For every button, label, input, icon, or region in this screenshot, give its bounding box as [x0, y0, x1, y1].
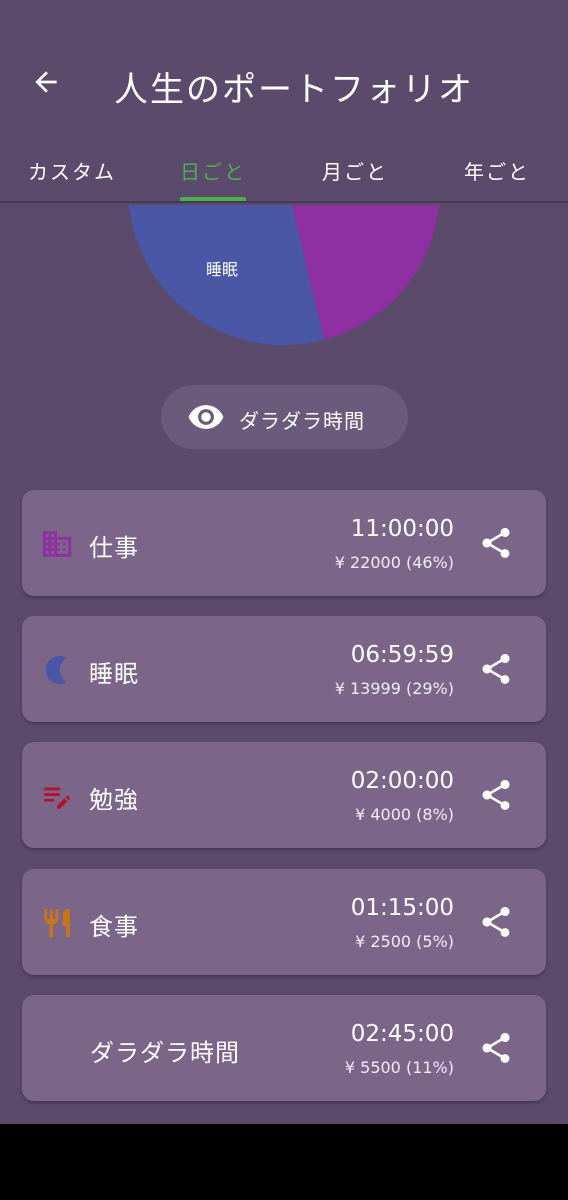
item-name: 食事: [89, 913, 139, 941]
restaurant-icon: [44, 908, 70, 938]
system-nav-bar: [0, 1124, 568, 1200]
tab-yearly[interactable]: 年ごと: [446, 140, 548, 200]
item-money: ¥ 2500 (5%): [355, 932, 454, 951]
app-bar: 人生のポートフォリオ: [0, 0, 568, 140]
tabs-divider: [0, 201, 568, 203]
share-button[interactable]: [476, 775, 516, 815]
tab-bar: カスタム 日ごと 月ごと 年ごと: [0, 140, 568, 203]
share-button[interactable]: [476, 902, 516, 942]
item-money: ¥ 5500 (11%): [344, 1058, 454, 1077]
share-button[interactable]: [476, 649, 516, 689]
item-money: ¥ 4000 (8%): [355, 805, 454, 824]
pie-slice-label: 睡眠: [206, 260, 239, 279]
item-time: 01:15:00: [350, 895, 454, 921]
share-icon: [482, 654, 510, 684]
item-name: ダラダラ時間: [90, 1039, 240, 1067]
item-money: ¥ 22000 (46%): [334, 553, 454, 572]
item-money: ¥ 13999 (29%): [334, 679, 454, 698]
tab-custom[interactable]: カスタム: [14, 140, 130, 200]
list-item-study[interactable]: 勉強 02:00:00 ¥ 4000 (8%): [22, 742, 546, 848]
item-time: 06:59:59: [350, 642, 454, 668]
item-name: 睡眠: [89, 660, 139, 688]
item-time: 02:00:00: [350, 768, 454, 794]
page-title: 人生のポートフォリオ: [114, 70, 474, 110]
share-button[interactable]: [476, 1028, 516, 1068]
tab-monthly[interactable]: 月ごと: [304, 140, 406, 200]
back-button[interactable]: [22, 58, 70, 106]
share-icon: [482, 1033, 510, 1063]
item-time: 02:45:00: [350, 1021, 454, 1047]
share-icon: [482, 780, 510, 810]
item-time: 11:00:00: [350, 516, 454, 542]
share-icon: [482, 528, 510, 558]
item-name: 勉強: [89, 786, 139, 814]
eye-icon: [188, 405, 224, 429]
share-icon: [482, 907, 510, 937]
arrow-back-icon: [35, 71, 57, 93]
item-name: 仕事: [89, 534, 139, 562]
list-item-work[interactable]: 仕事 11:00:00 ¥ 22000 (46%): [22, 490, 546, 596]
idle-time-filter-chip[interactable]: ダラダラ時間: [161, 385, 408, 449]
tab-daily[interactable]: 日ごと: [162, 140, 264, 200]
portfolio-pie-chart[interactable]: [120, 205, 448, 355]
chip-label: ダラダラ時間: [239, 409, 365, 433]
list-item-meal[interactable]: 食事 01:15:00 ¥ 2500 (5%): [22, 869, 546, 975]
list-item-idle-time[interactable]: ダラダラ時間 02:45:00 ¥ 5500 (11%): [22, 995, 546, 1101]
building-icon: [42, 531, 72, 557]
edit-note-icon: [44, 787, 70, 809]
list-item-sleep[interactable]: 睡眠 06:59:59 ¥ 13999 (29%): [22, 616, 546, 722]
share-button[interactable]: [476, 523, 516, 563]
moon-icon: [45, 655, 67, 685]
